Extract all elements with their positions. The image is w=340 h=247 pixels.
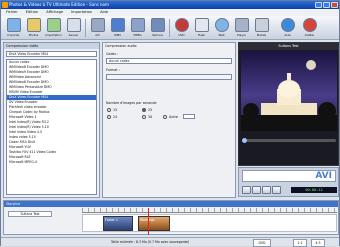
- preview-panel: Sultans Test: [238, 42, 339, 166]
- globe-icon: [214, 18, 229, 32]
- avi-button[interactable]: AVI: [88, 18, 107, 39]
- help-icon: [280, 18, 295, 32]
- menu-view[interactable]: Affichage: [46, 9, 63, 16]
- film-icon: [90, 18, 105, 32]
- minimize-button[interactable]: [315, 2, 322, 8]
- flash-button[interactable]: Flash: [192, 18, 211, 39]
- audio-format-select[interactable]: [106, 74, 232, 80]
- menu-help[interactable]: Aide: [100, 9, 108, 16]
- fps-label-25: 25: [148, 108, 153, 112]
- web-button[interactable]: Web: [212, 18, 231, 39]
- play-button[interactable]: [252, 186, 261, 194]
- preview-image: [241, 51, 337, 131]
- maximize-button[interactable]: [323, 2, 330, 8]
- flash-icon: [194, 18, 209, 32]
- format-label: Format :: [106, 68, 120, 72]
- audio-compression-panel: Compression audio Codec : Aucun codec Fo…: [102, 42, 236, 198]
- fps-radio-15[interactable]: [107, 108, 111, 112]
- import-icon: [6, 18, 21, 32]
- clip-folder-1[interactable]: Folder 1: [103, 216, 133, 231]
- playhead[interactable]: [148, 208, 149, 235]
- options-button[interactable]: Options: [148, 18, 167, 39]
- preview-title: Sultans Test: [239, 43, 338, 50]
- dvd-icon: [174, 18, 189, 32]
- audio-codec-select[interactable]: Aucun codec: [106, 58, 232, 64]
- playback-controls: AVI 00:00:12: [238, 167, 339, 197]
- codec-label: Codec :: [106, 52, 119, 56]
- timecode-display: 00:00:12: [291, 187, 337, 193]
- video-codec-select[interactable]: DivX Video Encoder MS4: [6, 51, 97, 57]
- capitol-photo: [241, 60, 337, 131]
- audio-compression-header: Compression audio: [105, 44, 137, 48]
- mobile-button[interactable]: Mobile: [252, 18, 271, 39]
- timeline-panel: Storyline Sultans Test Folder 1 Workings: [3, 200, 339, 235]
- app-window: Photos & Videos à TV Ultimate Edition - …: [0, 0, 340, 247]
- toolbar-divider: [85, 19, 86, 37]
- wmv-button[interactable]: WMV: [108, 18, 127, 39]
- importation-button[interactable]: Importation: [44, 18, 63, 39]
- toolbar: Importer Photos Importation Sauver AVI W…: [1, 16, 339, 40]
- fps-radio-other[interactable]: [163, 115, 167, 119]
- fps-label-24: 24: [113, 115, 118, 119]
- forward-button[interactable]: [272, 186, 281, 194]
- fps-label-15: 15: [113, 108, 118, 112]
- quit-icon: [302, 18, 317, 32]
- menu-import[interactable]: Importation: [71, 9, 92, 16]
- fps-label-30: 30: [148, 115, 153, 119]
- close-button[interactable]: [331, 2, 338, 8]
- fps-custom-input[interactable]: [183, 114, 195, 119]
- app-icon: [2, 2, 8, 8]
- seek-handle[interactable]: [242, 138, 247, 143]
- gear-icon: [150, 18, 165, 32]
- help-button[interactable]: Aide: [278, 18, 297, 39]
- avi-logo: AVI: [242, 170, 336, 182]
- save-icon: [66, 18, 81, 32]
- photos-icon: [26, 18, 41, 32]
- fps-label-other: Autre: [169, 115, 178, 119]
- timeline-ruler[interactable]: [82, 208, 337, 213]
- video-compression-panel: Compression vidéo DivX Video Encoder MS4…: [3, 42, 100, 198]
- clip-workings[interactable]: Workings: [138, 216, 170, 231]
- video-compression-header: Compression vidéo: [4, 43, 99, 49]
- camera-icon: [46, 18, 61, 32]
- player-icon: [234, 18, 249, 32]
- status-bar: Taille estimée : 8.3 Mo (0.7 Mo avec sau…: [1, 237, 339, 247]
- rewind-button[interactable]: [242, 186, 251, 194]
- quit-button[interactable]: Quitter: [300, 18, 319, 39]
- import-button[interactable]: Importer: [4, 18, 23, 39]
- video-track: Folder 1 Workings: [82, 214, 337, 232]
- player-button[interactable]: Player: [232, 18, 251, 39]
- toolbar-divider: [169, 19, 170, 37]
- fps-radio-30[interactable]: [142, 115, 146, 119]
- photos-button[interactable]: Photos: [24, 18, 43, 39]
- wmv-icon: [110, 18, 125, 32]
- mobile-icon: [254, 18, 269, 32]
- menu-file[interactable]: Fichier: [6, 9, 18, 16]
- mpeg-button[interactable]: MPEG: [128, 18, 147, 39]
- fps-radio-25[interactable]: [142, 108, 146, 112]
- fps-radio-24[interactable]: [107, 115, 111, 119]
- fps-label: Nombre d'images par seconde: [106, 101, 157, 105]
- codec-list-item[interactable]: Microsoft MPEG-4: [7, 160, 96, 165]
- save-button[interactable]: Sauver: [64, 18, 83, 39]
- video-codec-list[interactable]: Aucun codec WMVideo8 Encoder DMO WMVideo9 …: [6, 59, 97, 195]
- track-title[interactable]: Sultans Test: [8, 211, 52, 217]
- timeline-header: Storyline: [4, 201, 338, 207]
- title-bar: Photos & Videos à TV Ultimate Edition - …: [1, 1, 339, 9]
- menu-bar: Fichier Edition Affichage Importation Ai…: [1, 9, 339, 16]
- seek-bar[interactable]: [242, 139, 336, 142]
- window-title: Photos & Videos à TV Ultimate Edition - …: [9, 2, 109, 7]
- menu-edit[interactable]: Edition: [26, 9, 38, 16]
- stop-button[interactable]: [262, 186, 271, 194]
- dvd-button[interactable]: DVD: [172, 18, 191, 39]
- mpeg-icon: [130, 18, 145, 32]
